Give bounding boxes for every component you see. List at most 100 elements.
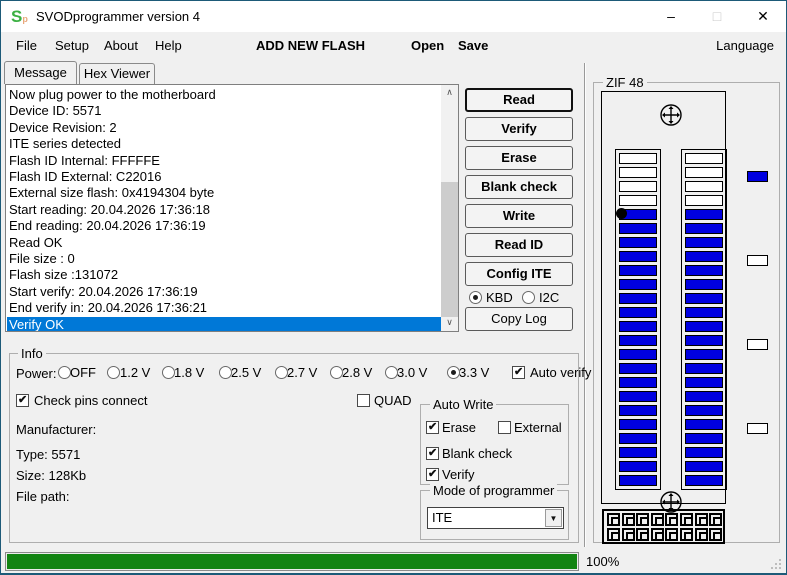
mode-group: Mode of programmer ITE ▼ [420, 483, 569, 540]
scroll-up-icon[interactable]: ∧ [441, 85, 458, 101]
zif-pin [685, 181, 723, 192]
zif-pin [619, 475, 657, 486]
zif48-group: ZIF 48 [593, 75, 780, 544]
scroll-down-icon[interactable]: ∨ [441, 315, 458, 331]
indicator-led [747, 423, 768, 434]
minimize-icon[interactable]: – [648, 1, 694, 32]
zif-pin [685, 237, 723, 248]
auto-write-checkbox-label: Erase [442, 420, 476, 435]
zif-pin [685, 251, 723, 262]
log-line[interactable]: Device ID: 5571 [7, 103, 441, 120]
power-radio-label: 1.8 V [174, 365, 205, 380]
erase-button[interactable]: Erase [465, 146, 573, 170]
log-line[interactable]: Device Revision: 2 [7, 120, 441, 137]
zif-pin [619, 419, 657, 430]
screw-icon [660, 104, 682, 126]
zif-pin [685, 307, 723, 318]
kbd-radio[interactable] [469, 291, 482, 304]
read-button[interactable]: Read [465, 88, 573, 112]
config-ite-button[interactable]: Config ITE [465, 262, 573, 286]
auto-write-verify-checkbox[interactable] [426, 467, 439, 481]
log-line[interactable]: Read OK [7, 235, 441, 252]
power-radio-1.2v[interactable] [107, 366, 120, 379]
menu-item-help[interactable]: Help [155, 38, 182, 53]
log-line[interactable]: Start reading: 20.04.2026 17:36:18 [7, 202, 441, 219]
dropdown-arrow-icon[interactable]: ▼ [545, 509, 562, 527]
power-radio-label: 3.3 V [459, 365, 490, 380]
zif-pin [619, 265, 657, 276]
log-scrollbar[interactable]: ∧ ∨ [441, 85, 458, 331]
menu-item-open[interactable]: Open [411, 38, 444, 53]
quad-checkbox[interactable] [357, 394, 370, 407]
log-line[interactable]: Flash ID Internal: FFFFFE [7, 153, 441, 170]
write-button[interactable]: Write [465, 204, 573, 228]
zif-pin-column-right [681, 149, 727, 490]
power-label: Power: [16, 366, 57, 381]
verify-button[interactable]: Verify [465, 117, 573, 141]
connector-pad [665, 513, 679, 526]
log-line[interactable]: End reading: 20.04.2026 17:36:19 [7, 218, 441, 235]
auto-write-blank-check-checkbox[interactable] [426, 446, 439, 460]
zif-pin [619, 405, 657, 416]
indicator-led [747, 339, 768, 350]
zif-pin [685, 391, 723, 402]
zif-pin [685, 433, 723, 444]
zif-pin [619, 279, 657, 290]
auto-verify-checkbox[interactable] [512, 365, 525, 379]
mode-combobox[interactable]: ITE ▼ [427, 507, 564, 529]
connector-pad [621, 528, 635, 541]
auto-verify-label: Auto verify [530, 365, 592, 380]
connector-pad [709, 528, 723, 541]
check-pins-checkbox[interactable] [16, 393, 29, 407]
menu-item-file[interactable]: File [16, 38, 37, 53]
zif-socket [601, 91, 727, 513]
title-bar: Sp SVODprogrammer version 4 – □ ✕ [1, 1, 786, 32]
log-line[interactable]: File size : 0 [7, 251, 441, 268]
zif-pin [685, 461, 723, 472]
maximize-icon: □ [712, 8, 722, 24]
log-line[interactable]: Verify OK [7, 316, 441, 331]
zif-pin [685, 153, 723, 164]
zif-pin [619, 237, 657, 248]
log-line[interactable]: Start verify: 20.04.2026 17:36:19 [7, 284, 441, 301]
tab-hex-viewer[interactable]: Hex Viewer [79, 63, 155, 84]
resize-grip-icon[interactable] [770, 558, 782, 570]
connector-pad [621, 513, 635, 526]
read-id-button[interactable]: Read ID [465, 233, 573, 257]
log-line[interactable]: Now plug power to the motherboard [7, 87, 441, 104]
zif-pin [619, 433, 657, 444]
check-pins-label: Check pins connect [34, 393, 148, 408]
zif-pin [619, 377, 657, 388]
zif-pin [685, 377, 723, 388]
menu-item-language[interactable]: Language [716, 38, 774, 53]
zif-pin [685, 223, 723, 234]
copy-log-button[interactable]: Copy Log [465, 307, 573, 331]
zif-pin [619, 447, 657, 458]
auto-write-external-checkbox[interactable] [498, 421, 511, 434]
log-line[interactable]: Flash size :131072 [7, 267, 441, 284]
power-radio-label: 2.8 V [342, 365, 373, 380]
i2c-radio[interactable] [522, 291, 535, 304]
menu-item-add-new-flash[interactable]: ADD NEW FLASH [256, 38, 365, 53]
log-line[interactable]: External size flash: 0x4194304 byte [7, 185, 441, 202]
menu-item-about[interactable]: About [104, 38, 138, 53]
menu-item-setup[interactable]: Setup [55, 38, 89, 53]
log-line[interactable]: End verify in: 20.04.2026 17:36:21 [7, 300, 441, 317]
zif-pin [619, 167, 657, 178]
close-icon[interactable]: ✕ [740, 1, 786, 32]
info-field: Type: 5571 [16, 447, 81, 462]
log-line[interactable]: ITE series detected [7, 136, 441, 153]
zif-pin [685, 349, 723, 360]
blank-check-button[interactable]: Blank check [465, 175, 573, 199]
connector-pad [636, 528, 650, 541]
connector-pads [602, 509, 725, 544]
menu-item-save[interactable]: Save [458, 38, 488, 53]
auto-write-erase-checkbox[interactable] [426, 420, 439, 434]
connector-pad [607, 513, 620, 526]
scrollbar-thumb[interactable] [441, 182, 458, 317]
connector-pad [694, 528, 708, 541]
connector-pad [650, 528, 664, 541]
zif-pin [619, 363, 657, 374]
tab-message[interactable]: Message [4, 61, 77, 84]
log-line[interactable]: Flash ID External: C22016 [7, 169, 441, 186]
